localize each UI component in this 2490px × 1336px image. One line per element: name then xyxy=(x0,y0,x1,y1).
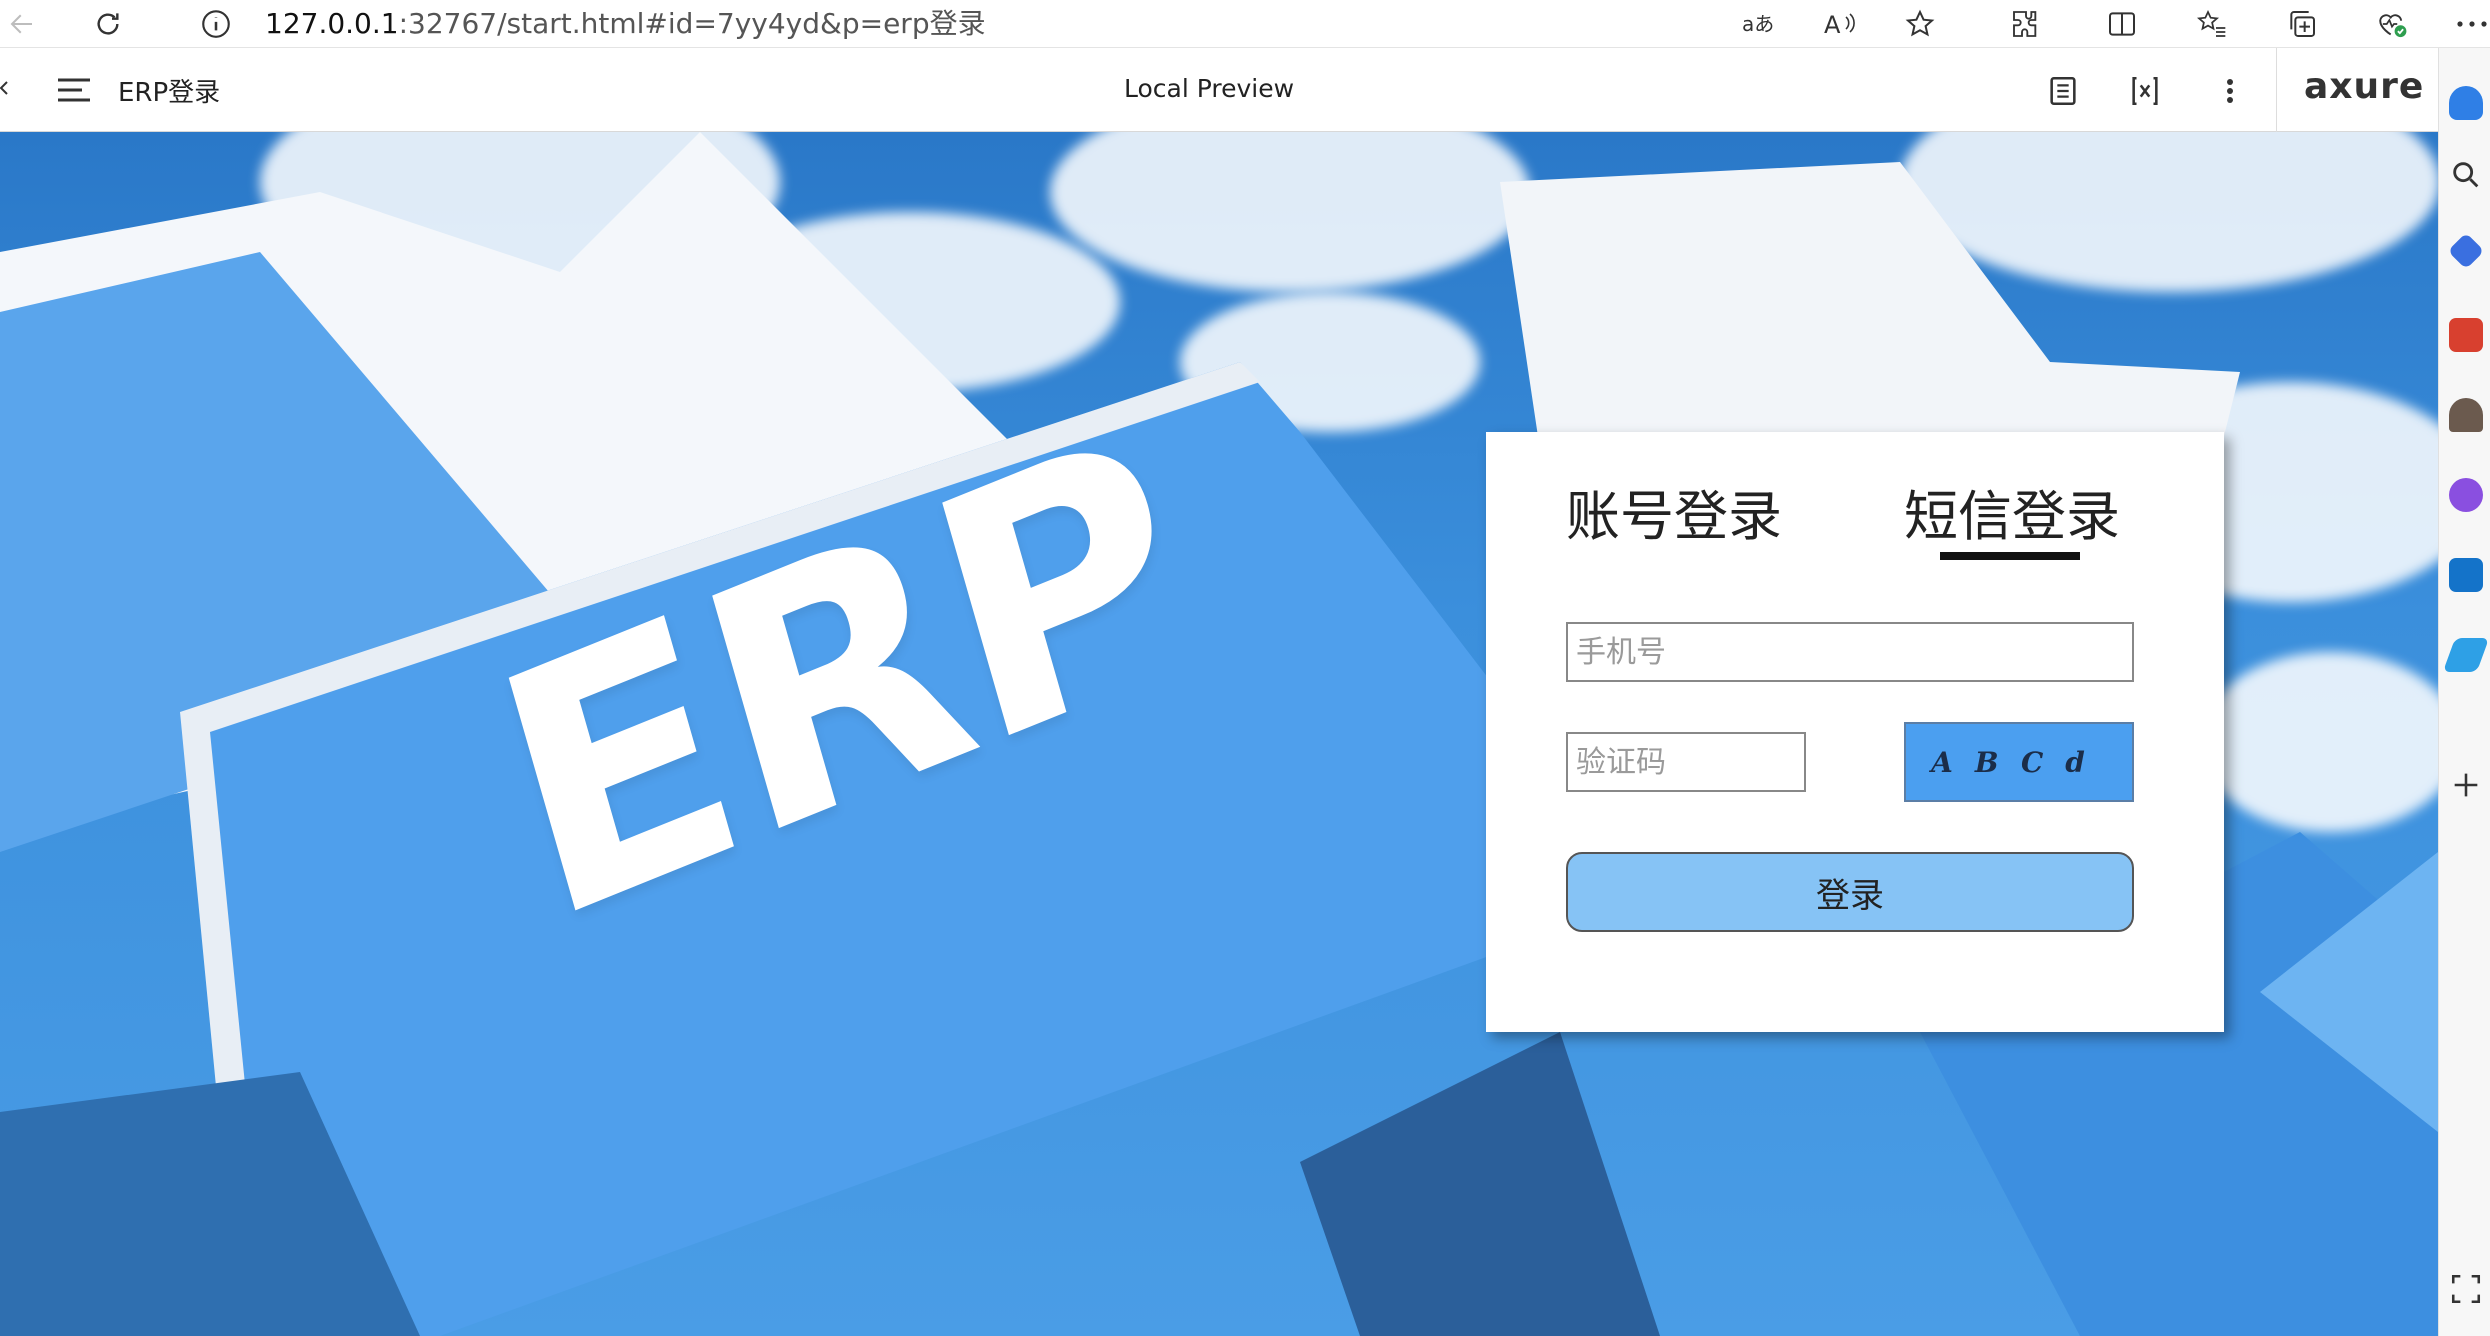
tab-sms-login[interactable]: 短信登录 xyxy=(1904,472,2120,551)
favorites-list-icon[interactable] xyxy=(2188,2,2236,46)
address-url[interactable]: 127.0.0.1:32767/start.html#id=7yy4yd&p=e… xyxy=(265,4,986,44)
svg-text:A: A xyxy=(1824,11,1841,39)
captcha-image[interactable]: ABCd xyxy=(1904,722,2134,802)
variable-icon[interactable] xyxy=(2128,74,2162,108)
office-icon[interactable] xyxy=(2449,478,2483,512)
screenshot-icon[interactable] xyxy=(2449,1272,2483,1306)
star-icon[interactable] xyxy=(1896,2,1944,46)
game-icon[interactable] xyxy=(2449,398,2483,432)
document-icon[interactable] xyxy=(2046,74,2080,108)
outlook-icon[interactable] xyxy=(2449,558,2483,592)
address-host: 127.0.0.1 xyxy=(265,7,399,40)
back-arrow-icon[interactable] xyxy=(2,4,42,44)
page-title: ERP登录 xyxy=(118,78,221,108)
login-button[interactable]: 登录 xyxy=(1566,852,2134,932)
read-aloud-icon[interactable]: A xyxy=(1816,2,1864,46)
axure-logo: axure xyxy=(2304,66,2425,107)
collections-icon[interactable] xyxy=(2278,2,2326,46)
address-path: :32767/start.html#id=7yy4yd&p=erp登录 xyxy=(398,7,986,40)
refresh-icon[interactable] xyxy=(88,4,128,44)
puzzle-icon[interactable] xyxy=(2002,2,2050,46)
bell-icon[interactable] xyxy=(2449,86,2483,120)
phone-input[interactable] xyxy=(1566,622,2134,682)
axure-preview-toolbar: ERP登录 Local Preview axure xyxy=(0,48,2438,132)
verification-code-input[interactable] xyxy=(1566,732,1806,792)
send-icon[interactable] xyxy=(2442,638,2490,672)
browser-sidebar xyxy=(2438,48,2490,1336)
browser-toolbar: 127.0.0.1:32767/start.html#id=7yy4yd&p=e… xyxy=(0,0,2490,48)
collapse-chevron-icon[interactable] xyxy=(0,78,8,98)
active-tab-indicator xyxy=(1940,552,2080,560)
toolbar-divider xyxy=(2276,48,2277,132)
browser-essentials-icon[interactable] xyxy=(2368,2,2416,46)
more-menu-icon[interactable] xyxy=(2448,2,2490,46)
login-card: 账号登录 短信登录 ABCd 登录 xyxy=(1486,432,2224,1032)
more-vertical-icon[interactable] xyxy=(2220,74,2240,108)
split-screen-icon[interactable] xyxy=(2098,2,2146,46)
translate-icon[interactable]: aあ xyxy=(1736,2,1784,46)
add-icon[interactable] xyxy=(2449,768,2483,802)
hamburger-menu-icon[interactable] xyxy=(56,76,92,104)
search-icon[interactable] xyxy=(2449,158,2483,192)
info-icon[interactable] xyxy=(196,4,236,44)
svg-text:aあ: aあ xyxy=(1742,12,1774,36)
copilot-icon[interactable] xyxy=(2447,232,2485,270)
tab-account-login[interactable]: 账号登录 xyxy=(1566,472,1782,551)
preview-title: Local Preview xyxy=(1124,74,1295,103)
tools-icon[interactable] xyxy=(2449,318,2483,352)
